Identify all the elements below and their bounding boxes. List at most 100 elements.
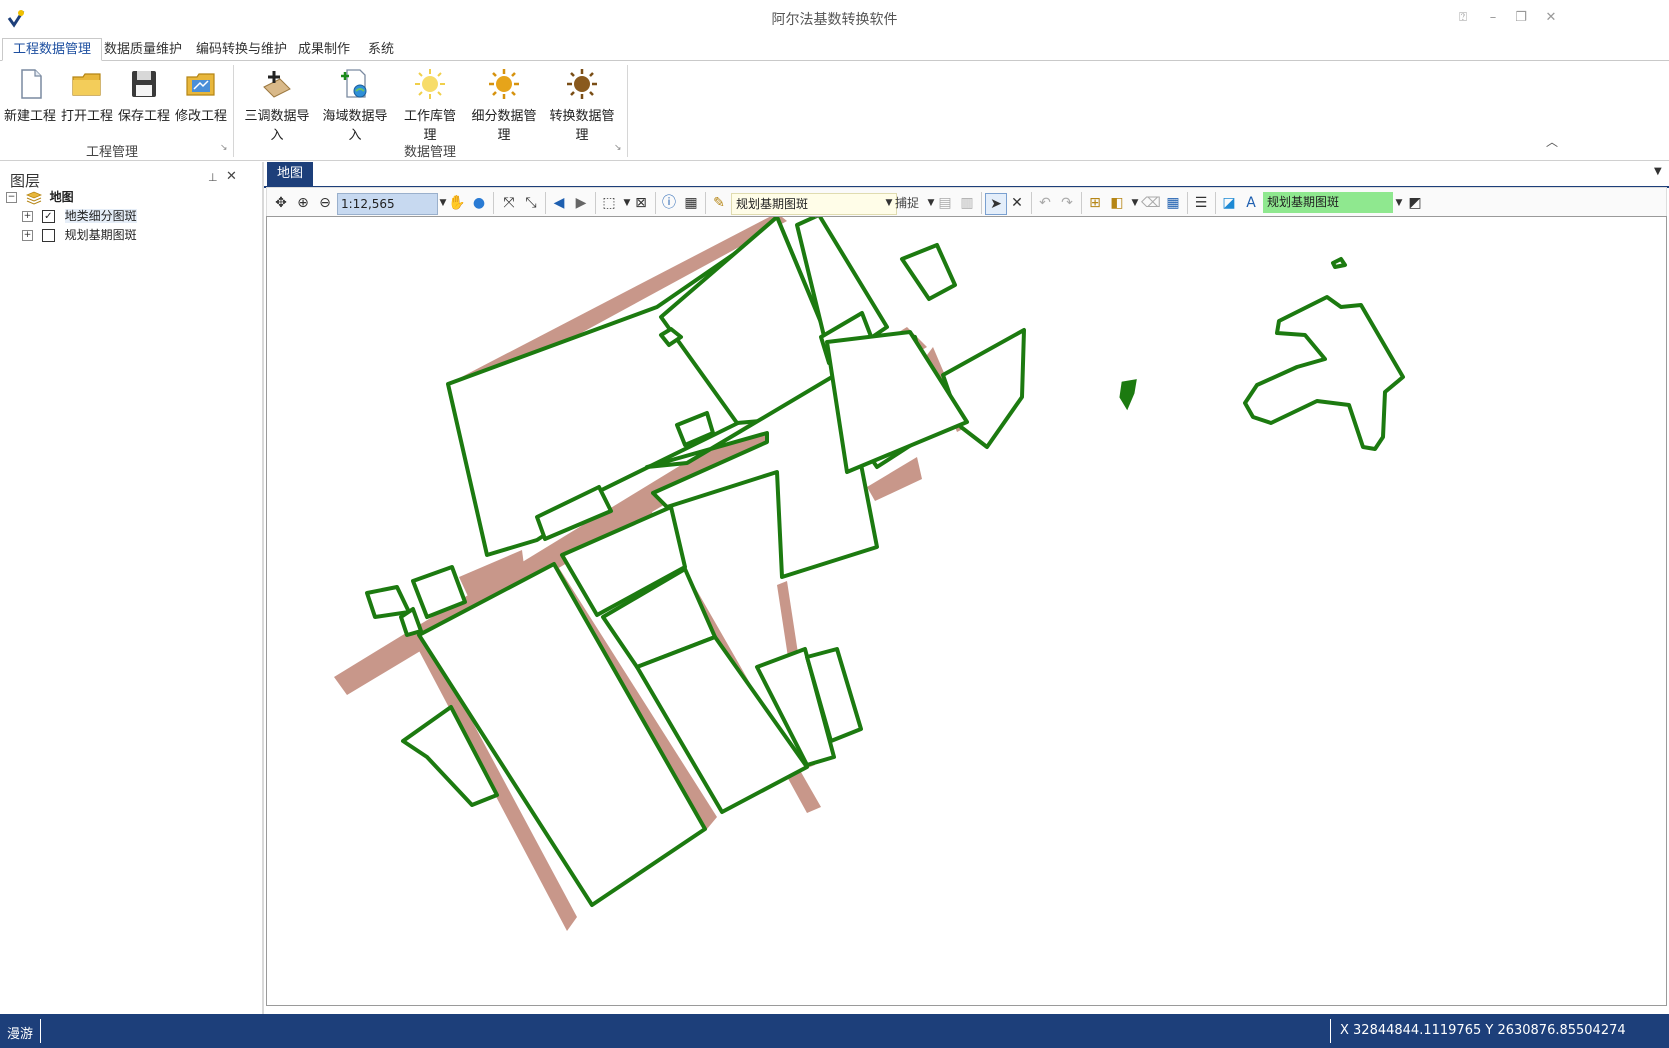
minimize-button[interactable]: – bbox=[1480, 8, 1506, 28]
delete-icon[interactable]: ✕ bbox=[1007, 193, 1027, 213]
layer-item[interactable]: + 规划基期图斑 bbox=[22, 225, 137, 245]
target-layer-select[interactable]: 规划基期图斑 bbox=[1263, 192, 1393, 213]
toolbar-divider bbox=[595, 192, 596, 214]
new-project-button[interactable]: 新建工程 bbox=[4, 67, 56, 129]
map-drawing[interactable] bbox=[267, 210, 1666, 1005]
select-features-icon[interactable]: ⬚ bbox=[599, 193, 619, 213]
subdivide-data-button[interactable]: 细分数据管理 bbox=[468, 67, 540, 143]
toolbar-divider bbox=[493, 192, 494, 214]
identify-info-icon[interactable]: ⓘ bbox=[659, 193, 679, 213]
eraser-icon[interactable]: ⌫ bbox=[1141, 193, 1161, 213]
paste-feature-icon[interactable]: ▥ bbox=[957, 193, 977, 213]
import-survey-icon bbox=[263, 71, 291, 98]
globe-icon[interactable]: ● bbox=[469, 193, 489, 213]
workspace-sun-icon bbox=[415, 69, 445, 99]
tab-menu-chevron-icon[interactable]: ▼ bbox=[1654, 166, 1662, 177]
window-title: 阿尔法基数转换软件 bbox=[771, 12, 898, 28]
redo-icon[interactable]: ↷ bbox=[1057, 193, 1077, 213]
select-pointer-icon[interactable]: ➤ bbox=[985, 193, 1007, 215]
attribute-table-icon[interactable]: ▦ bbox=[1163, 193, 1183, 213]
tab-project-data[interactable]: 工程数据管理 bbox=[2, 38, 103, 61]
edit-project-icon bbox=[186, 73, 215, 96]
tree-root-label: 地图 bbox=[49, 190, 74, 204]
measure-icon[interactable]: ▦ bbox=[681, 193, 701, 213]
save-project-label: 保存工程 bbox=[118, 109, 171, 124]
open-project-label: 打开工程 bbox=[61, 109, 114, 124]
import-sea-label: 海域数据导入 bbox=[322, 109, 388, 143]
color-swap-icon[interactable]: ◩ bbox=[1405, 193, 1425, 213]
subdivide-data-label: 细分数据管理 bbox=[471, 109, 537, 143]
close-panel-icon[interactable]: ✕ bbox=[226, 169, 237, 184]
properties-list-icon[interactable]: ☰ bbox=[1191, 193, 1211, 213]
toolbar-divider bbox=[1215, 192, 1216, 214]
save-project-button[interactable]: 保存工程 bbox=[118, 67, 170, 129]
tab-output[interactable]: 成果制作 bbox=[288, 39, 360, 60]
workspace-manage-button[interactable]: 工作库管理 bbox=[398, 67, 462, 143]
fixed-zoom-out-icon[interactable]: ⤡ bbox=[521, 193, 541, 213]
convert-data-button[interactable]: 转换数据管理 bbox=[546, 67, 618, 143]
layer-name: 规划基期图斑 bbox=[64, 228, 137, 242]
open-project-button[interactable]: 打开工程 bbox=[61, 67, 113, 129]
undo-icon[interactable]: ↶ bbox=[1035, 193, 1055, 213]
full-extent-icon[interactable]: ✥ bbox=[271, 193, 291, 213]
map-view-icon[interactable]: ◪ bbox=[1219, 193, 1239, 213]
status-mode: 漫游 bbox=[7, 1027, 34, 1042]
convert-data-label: 转换数据管理 bbox=[549, 109, 615, 143]
copy-feature-icon[interactable]: ▤ bbox=[935, 193, 955, 213]
import-survey-button[interactable]: 三调数据导入 bbox=[242, 67, 312, 143]
label-tool-icon[interactable]: A bbox=[1241, 193, 1261, 213]
snap-button[interactable]: 捕捉 bbox=[895, 193, 919, 213]
scale-input[interactable]: 1:12,565 bbox=[337, 193, 438, 215]
workspace-manage-label: 工作库管理 bbox=[403, 109, 456, 143]
edit-pencil-icon[interactable]: ✎ bbox=[709, 193, 729, 213]
parcel bbox=[825, 330, 969, 474]
clear-selection-icon[interactable]: ⊠ bbox=[631, 193, 651, 213]
help-icon[interactable]: ⍰ bbox=[1450, 8, 1476, 28]
tab-system[interactable]: 系统 bbox=[358, 39, 404, 60]
zoom-in-icon[interactable]: ⊕ bbox=[293, 193, 313, 213]
layer-visibility-checkbox[interactable] bbox=[41, 229, 55, 242]
tab-data-quality[interactable]: 数据质量维护 bbox=[94, 39, 192, 60]
split-feature-icon[interactable]: ⊞ bbox=[1085, 193, 1105, 213]
edit-layer-select[interactable]: 规划基期图斑 bbox=[731, 193, 897, 215]
ribbon: 新建工程 打开工程 保存工程 修改工程 工程管理 ↘ 三调数据导入 海域数据导入… bbox=[0, 61, 1669, 161]
import-sea-button[interactable]: 海域数据导入 bbox=[320, 67, 390, 143]
tree-root[interactable]: − 地图 bbox=[6, 187, 74, 207]
convert-sun-icon bbox=[567, 69, 597, 99]
back-arrow-icon[interactable]: ◀ bbox=[549, 193, 569, 213]
tab-code-conversion[interactable]: 编码转换与维护 bbox=[186, 39, 297, 60]
open-folder-icon bbox=[72, 73, 101, 96]
merge-feature-icon[interactable]: ◧ bbox=[1107, 193, 1127, 213]
toolbar-divider bbox=[981, 192, 982, 214]
pan-hand-icon[interactable]: ✋ bbox=[447, 193, 467, 213]
map-canvas[interactable] bbox=[266, 210, 1667, 1006]
edit-project-button[interactable]: 修改工程 bbox=[175, 67, 227, 129]
close-window-button[interactable]: ✕ bbox=[1538, 8, 1564, 28]
parcel-boundaries-east bbox=[1243, 257, 1405, 451]
pin-icon[interactable]: ⊥ bbox=[208, 171, 218, 184]
collapse-ribbon-icon[interactable]: ︿ bbox=[1546, 133, 1558, 150]
tab-map[interactable]: 地图 bbox=[267, 162, 313, 186]
expand-icon[interactable]: + bbox=[22, 230, 33, 241]
save-disk-icon bbox=[132, 71, 156, 97]
parcel bbox=[1243, 295, 1405, 451]
edit-project-label: 修改工程 bbox=[175, 109, 228, 124]
toolbar-divider bbox=[1187, 192, 1188, 214]
layer-panel: 图层 ⊥ ✕ − 地图 + ✓ 地类细分图斑 + 规划基期图斑 bbox=[0, 162, 264, 1014]
collapse-icon[interactable]: − bbox=[6, 192, 17, 203]
group-label-project: 工程管理 bbox=[85, 145, 138, 160]
layer-item[interactable]: + ✓ 地类细分图斑 bbox=[22, 206, 137, 226]
toolbar-divider bbox=[545, 192, 546, 214]
parcel bbox=[399, 607, 423, 637]
status-divider bbox=[1330, 1019, 1331, 1043]
expand-icon[interactable]: + bbox=[22, 211, 33, 222]
import-sea-icon bbox=[341, 69, 367, 98]
restore-button[interactable]: ❐ bbox=[1508, 8, 1534, 28]
group-launcher-icon[interactable]: ↘ bbox=[614, 143, 622, 153]
layer-visibility-checkbox[interactable]: ✓ bbox=[41, 210, 55, 223]
zoom-out-icon[interactable]: ⊖ bbox=[315, 193, 335, 213]
toolbar-divider bbox=[655, 192, 656, 214]
forward-arrow-icon[interactable]: ▶ bbox=[571, 193, 591, 213]
fixed-zoom-in-icon[interactable]: ⤧ bbox=[499, 193, 519, 213]
group-launcher-icon[interactable]: ↘ bbox=[220, 143, 228, 153]
